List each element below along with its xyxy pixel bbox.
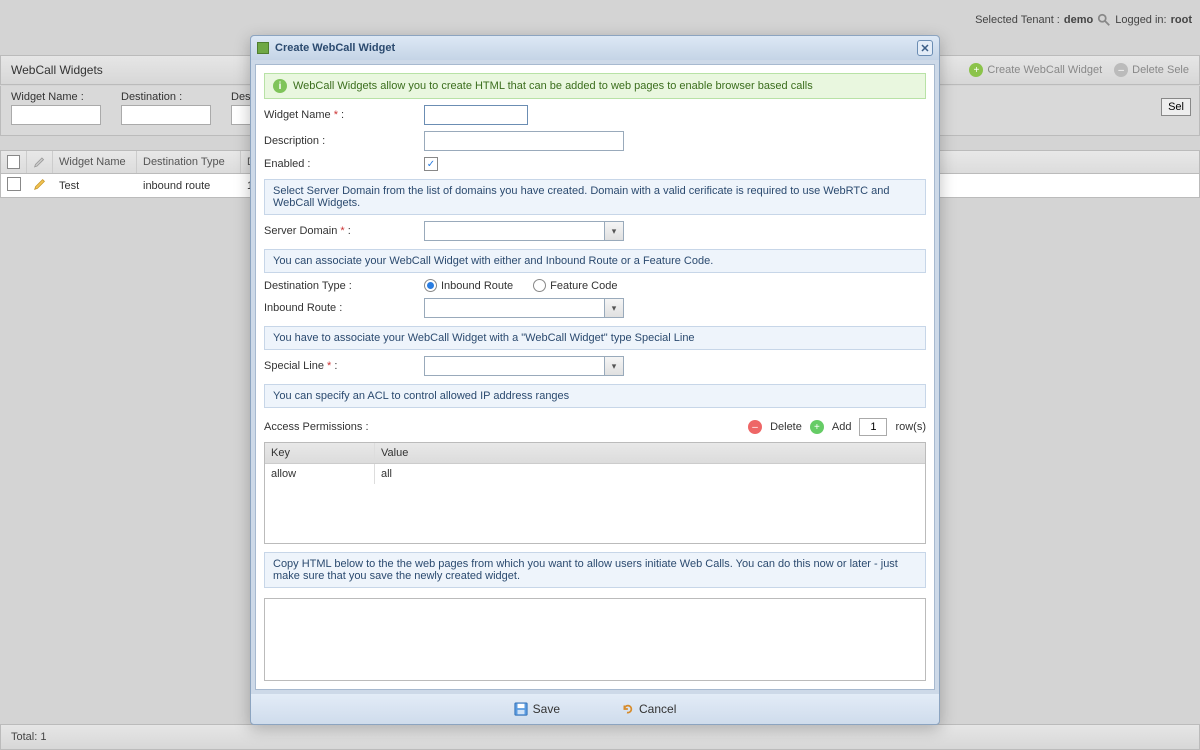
radio-feature-code[interactable]: Feature Code [533,279,617,292]
enabled-label: Enabled : [264,158,424,170]
filter-destination-input[interactable] [121,105,211,125]
filter-widget-name-input[interactable] [11,105,101,125]
dialog-title: Create WebCall Widget [275,42,395,54]
dialog-body: i WebCall Widgets allow you to create HT… [255,64,935,690]
perm-col-value[interactable]: Value [375,443,925,463]
server-domain-input[interactable] [424,221,604,241]
special-line-hint: You have to associate your WebCall Widge… [264,326,926,350]
inbound-route-combo[interactable]: ▾ [424,298,624,318]
chevron-down-icon[interactable]: ▾ [604,221,624,241]
select-all-checkbox[interactable] [7,155,20,169]
info-icon: i [273,79,287,93]
permissions-header: Access Permissions : – Delete + Add row(… [264,418,926,436]
edit-row-icon[interactable] [33,177,47,191]
cancel-button[interactable]: Cancel [620,702,676,716]
copy-html-hint: Copy HTML below to the the web pages fro… [264,552,926,588]
destination-type-label: Destination Type : [264,280,424,292]
inbound-route-label: Inbound Route : [264,302,424,314]
grid-footer: Total: 1 [0,724,1200,750]
perm-value: all [375,464,925,484]
chevron-down-icon[interactable]: ▾ [604,298,624,318]
dialog-buttons: Save Cancel [251,694,939,724]
enabled-checkbox[interactable]: ✓ [424,157,438,171]
html-output-area[interactable] [264,598,926,681]
special-line-input[interactable] [424,356,604,376]
perm-col-key[interactable]: Key [265,443,375,463]
special-line-label: Special Line * : [264,360,424,372]
delete-selected-button[interactable]: – Delete Sele [1114,63,1189,77]
tenant-name: demo [1064,14,1093,26]
add-rows-count-input[interactable] [859,418,887,436]
total-label: Total: 1 [11,731,46,743]
dialog-titlebar[interactable]: Create WebCall Widget ✕ [251,36,939,60]
special-line-combo[interactable]: ▾ [424,356,624,376]
save-button[interactable]: Save [514,702,560,716]
select-button[interactable]: Sel [1161,98,1191,116]
filter-destination-label: Destination : [121,91,211,103]
plus-icon: + [969,63,983,77]
create-webcall-widget-button[interactable]: + Create WebCall Widget [969,63,1102,77]
add-row-label[interactable]: Add [832,421,852,433]
top-status-bar: Selected Tenant : demo Logged in: root [950,0,1200,40]
description-label: Description : [264,135,424,147]
add-row-icon[interactable]: + [810,420,824,434]
server-domain-label: Server Domain * : [264,225,424,237]
save-icon [514,702,528,716]
delete-row-label[interactable]: Delete [770,421,802,433]
radio-off-icon [533,279,546,292]
minus-icon: – [1114,63,1128,77]
selected-tenant-label: Selected Tenant : [975,14,1060,26]
chevron-down-icon[interactable]: ▾ [604,356,624,376]
col-destination-type[interactable]: Destination Type [137,151,241,173]
logged-in-user: root [1171,14,1192,26]
radio-on-icon [424,279,437,292]
row-checkbox[interactable] [7,177,21,191]
edit-icon [33,155,46,169]
close-icon[interactable]: ✕ [917,40,933,56]
row-dest-type: inbound route [137,180,241,192]
widget-name-input[interactable] [424,105,528,125]
delete-row-icon[interactable]: – [748,420,762,434]
panel-title: WebCall Widgets [11,63,103,77]
inbound-route-input[interactable] [424,298,604,318]
dialog-icon [257,42,269,54]
description-input[interactable] [424,131,624,151]
rows-label: row(s) [895,421,926,433]
row-name: Test [53,180,137,192]
info-banner: i WebCall Widgets allow you to create HT… [264,73,926,99]
server-domain-combo[interactable]: ▾ [424,221,624,241]
filter-widget-name-label: Widget Name : [11,91,101,103]
widget-name-label: Widget Name * : [264,109,424,121]
server-domain-hint: Select Server Domain from the list of do… [264,179,926,215]
association-hint: You can associate your WebCall Widget wi… [264,249,926,273]
acl-hint: You can specify an ACL to control allowe… [264,384,926,408]
search-icon[interactable] [1097,13,1111,27]
permissions-table: Key Value allow all [264,442,926,544]
create-webcall-widget-dialog: Create WebCall Widget ✕ i WebCall Widget… [250,35,940,725]
access-permissions-label: Access Permissions : [264,421,748,433]
logged-in-label: Logged in: [1115,14,1166,26]
perm-row[interactable]: allow all [265,464,925,484]
perm-key: allow [265,464,375,484]
radio-inbound-route[interactable]: Inbound Route [424,279,513,292]
col-widget-name[interactable]: Widget Name [53,151,137,173]
undo-icon [620,702,634,716]
